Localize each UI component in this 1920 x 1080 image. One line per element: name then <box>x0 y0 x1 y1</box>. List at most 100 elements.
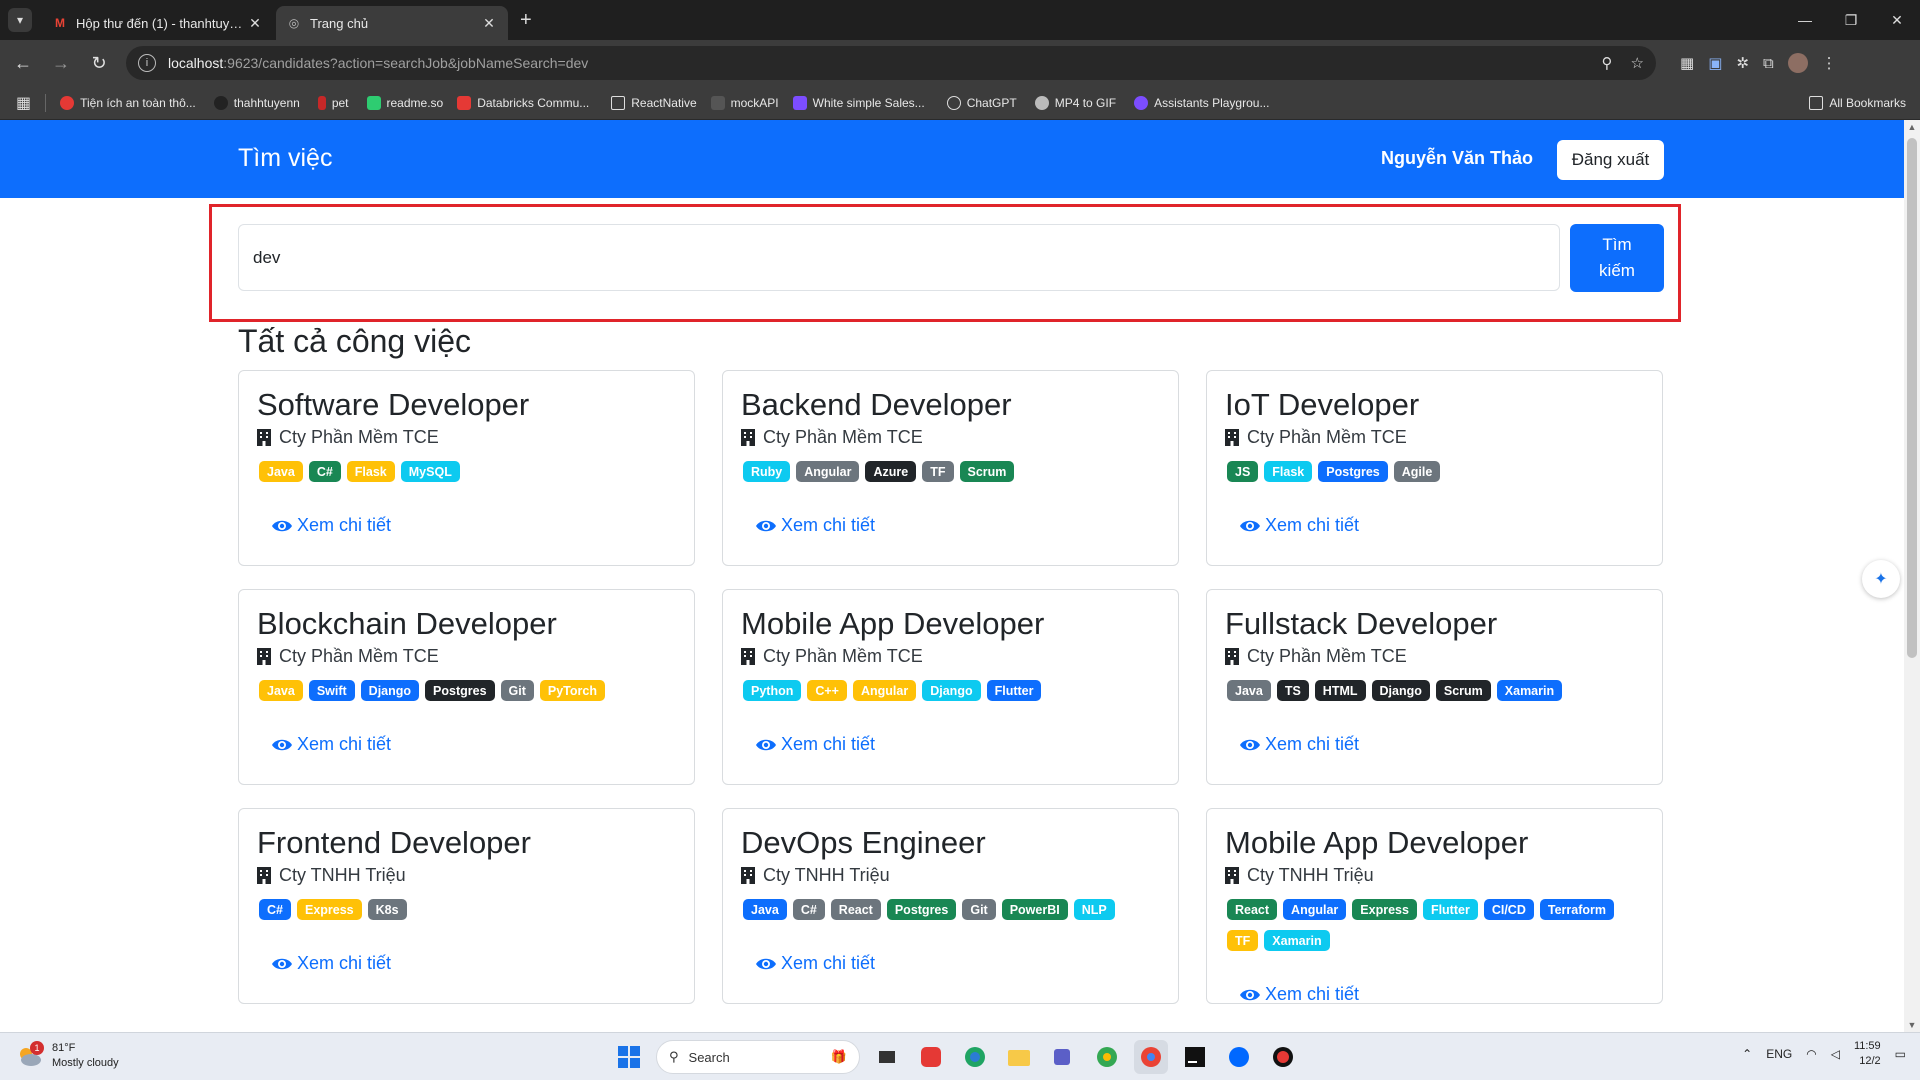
view-detail-link[interactable]: Xem chi tiết <box>1239 734 1359 755</box>
chrome-canary-icon[interactable] <box>1090 1040 1124 1074</box>
eye-icon <box>756 739 776 750</box>
qr-icon[interactable]: ▦ <box>1680 54 1694 72</box>
view-detail-link[interactable]: Xem chi tiết <box>271 953 391 974</box>
forward-icon[interactable]: → <box>46 48 76 78</box>
volume-icon[interactable]: ◁ <box>1831 1047 1840 1061</box>
tab-gmail[interactable]: M Hộp thư đến (1) - thanhtuyen9 ✕ <box>42 6 274 40</box>
weather-badge: 1 <box>30 1041 44 1055</box>
close-window-icon[interactable]: ✕ <box>1874 0 1920 40</box>
bookmark-item[interactable]: readme.so <box>366 95 443 110</box>
folder-icon <box>611 95 626 110</box>
menu-icon[interactable]: ⋮ <box>1822 54 1837 72</box>
logout-button[interactable]: Đăng xuất <box>1557 140 1664 180</box>
skill-tag: K8s <box>367 899 407 920</box>
wps-office-icon[interactable] <box>914 1040 948 1074</box>
bookmark-item[interactable]: Databricks Commu... <box>457 95 589 110</box>
building-icon <box>257 867 271 884</box>
eye-icon <box>756 958 776 969</box>
view-detail-link[interactable]: Xem chi tiết <box>271 734 391 755</box>
bookmark-item[interactable]: thahhtuyenn <box>213 95 300 110</box>
search-highlight-icon: 🎁 <box>830 1049 847 1064</box>
job-search-input[interactable]: dev <box>238 224 1560 291</box>
search-button[interactable]: Tìm kiếm <box>1570 224 1664 292</box>
wifi-icon[interactable]: ◠ <box>1806 1047 1816 1061</box>
clock[interactable]: 11:59 12/2 <box>1854 1039 1881 1069</box>
bookmark-item[interactable]: ChatGPT <box>946 95 1017 110</box>
job-card: DevOps Engineer Cty TNHH Triệu Java C# React… <box>722 808 1179 1004</box>
skill-tag: Git <box>500 680 534 701</box>
tab-search-button[interactable]: ▾ <box>8 8 32 32</box>
close-icon[interactable]: ✕ <box>480 15 498 32</box>
bookmark-item[interactable]: Tiện ích an toàn thô... <box>60 95 196 110</box>
back-icon[interactable]: ← <box>8 48 38 78</box>
jetbrains-icon[interactable] <box>1178 1040 1212 1074</box>
tab-trang-chu[interactable]: ◎ Trang chủ ✕ <box>276 6 508 40</box>
new-tab-button[interactable]: + <box>520 9 532 32</box>
api-icon <box>710 95 725 110</box>
record-icon[interactable] <box>1266 1040 1300 1074</box>
minimize-icon[interactable]: — <box>1782 0 1828 40</box>
profile-avatar[interactable] <box>1787 53 1808 73</box>
bookmark-star-icon[interactable]: ☆ <box>1631 54 1644 72</box>
scrollbar-thumb[interactable] <box>1907 138 1917 658</box>
windows-start-icon[interactable] <box>612 1040 646 1074</box>
skill-tag: Python <box>743 680 802 701</box>
skill-tags: C# Express K8s <box>259 899 679 920</box>
taskbar-search[interactable]: ⚲ Search 🎁 <box>656 1040 860 1074</box>
building-icon <box>1225 429 1239 446</box>
job-title: Blockchain Developer <box>257 606 557 641</box>
view-detail-link[interactable]: Xem chi tiết <box>271 515 391 536</box>
notification-icon[interactable]: ▭ <box>1895 1047 1906 1061</box>
file-explorer-icon[interactable] <box>1002 1040 1036 1074</box>
weather-temp: 81°F <box>52 1042 76 1054</box>
view-detail-link[interactable]: Xem chi tiết <box>1239 515 1359 536</box>
address-bar[interactable]: i localhost:9623/candidates?action=searc… <box>126 46 1656 80</box>
weather-widget[interactable]: 1 81°F Mostly cloudy <box>16 1041 119 1071</box>
skill-tags: Ruby Angular Azure TF Scrum <box>743 461 1163 482</box>
view-detail-link[interactable]: Xem chi tiết <box>1239 984 1359 1005</box>
edge-icon[interactable] <box>958 1040 992 1074</box>
chevron-up-icon[interactable]: ⌃ <box>1742 1047 1752 1061</box>
input-language[interactable]: ENG <box>1766 1047 1792 1061</box>
chrome-icon[interactable] <box>1134 1040 1168 1074</box>
brand-link[interactable]: Tìm việc <box>238 144 332 173</box>
bookmark-item[interactable]: pet <box>317 95 349 110</box>
bookmark-item[interactable]: White simple Sales... <box>792 95 925 110</box>
company-line: Cty Phần Mềm TCE <box>1225 646 1407 667</box>
clock-date: 12/2 <box>1859 1055 1881 1067</box>
bookmark-item[interactable]: mockAPI <box>710 95 779 110</box>
translate-icon[interactable]: ▣ <box>1708 54 1722 72</box>
task-view-icon[interactable] <box>870 1040 904 1074</box>
scroll-down-icon[interactable]: ▼ <box>1904 1020 1920 1030</box>
windows-taskbar: 1 81°F Mostly cloudy ⚲ Search 🎁 ⌃ ENG ◠ … <box>0 1032 1920 1080</box>
view-detail-link[interactable]: Xem chi tiết <box>755 515 875 536</box>
view-detail-link[interactable]: Xem chi tiết <box>755 734 875 755</box>
bookmark-folder[interactable]: ReactNative <box>611 95 697 110</box>
restore-icon[interactable]: ❐ <box>1828 0 1874 40</box>
job-title: Backend Developer <box>741 387 1012 422</box>
reload-icon[interactable]: ↻ <box>84 48 114 78</box>
extensions-icon[interactable]: ⧉ <box>1763 55 1774 72</box>
teams-icon[interactable] <box>1046 1040 1080 1074</box>
eye-icon <box>1240 989 1260 1000</box>
settings-icon[interactable]: ✲ <box>1736 54 1749 72</box>
bookmark-item[interactable]: MP4 to GIF <box>1034 95 1116 110</box>
skill-tag: Django <box>1371 680 1430 701</box>
folder-icon <box>1809 95 1824 110</box>
apps-grid-icon[interactable]: ▦ <box>16 93 31 113</box>
skill-tag: PowerBI <box>1001 899 1068 920</box>
close-icon[interactable]: ✕ <box>246 15 264 32</box>
bookmark-favicon-icon <box>1034 95 1049 110</box>
zalo-icon[interactable] <box>1222 1040 1256 1074</box>
zoom-icon[interactable]: ⚲ <box>1602 54 1613 72</box>
browser-toolbar: ← → ↻ i localhost:9623/candidates?action… <box>0 40 1920 86</box>
all-bookmarks-folder[interactable]: All Bookmarks <box>1809 95 1906 110</box>
app-navbar: Tìm việc Nguyễn Văn Thảo Đăng xuất <box>0 120 1904 198</box>
page-scrollbar[interactable]: ▲ ▼ <box>1904 120 1920 1032</box>
view-detail-link[interactable]: Xem chi tiết <box>755 953 875 974</box>
scroll-up-icon[interactable]: ▲ <box>1904 122 1920 132</box>
bookmark-item[interactable]: Assistants Playgrou... <box>1134 95 1269 110</box>
site-info-icon[interactable]: i <box>138 54 156 72</box>
view-detail-label: Xem chi tiết <box>297 953 392 973</box>
floating-assistant-icon[interactable]: ✦ <box>1862 560 1900 598</box>
